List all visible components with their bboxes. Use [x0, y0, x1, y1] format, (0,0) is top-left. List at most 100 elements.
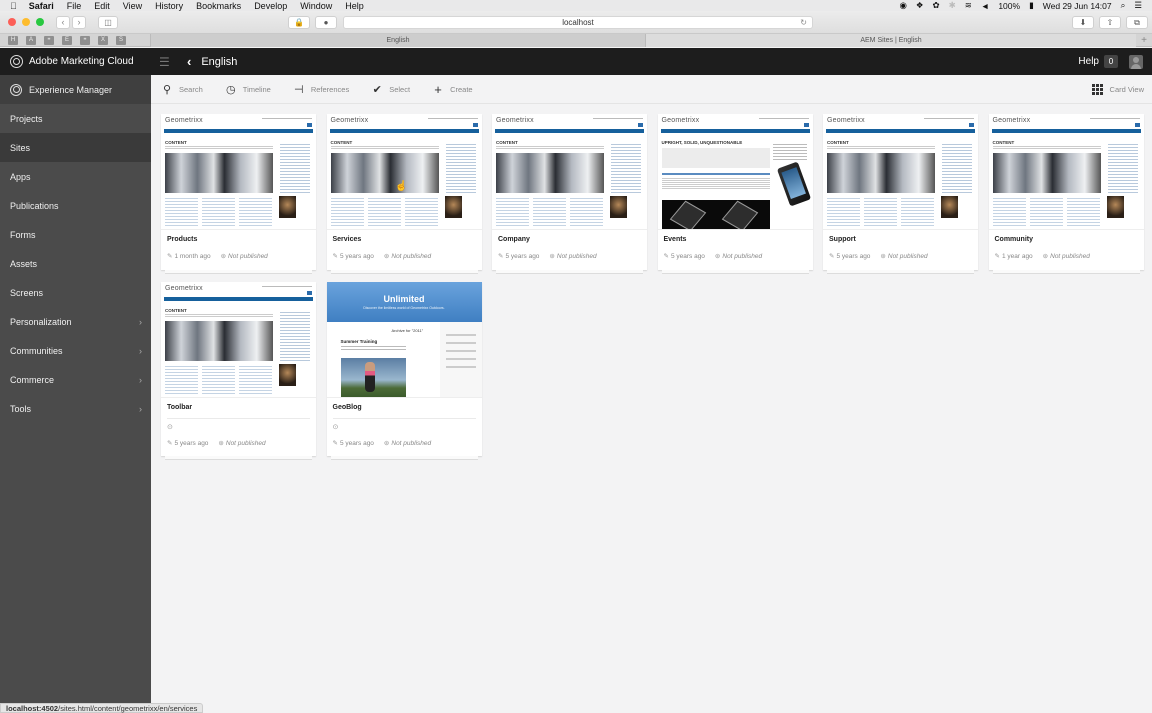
- card-info: ✎ 5 years ago ⊛ Not published: [829, 252, 928, 260]
- minimize-window-button[interactable]: [22, 18, 30, 26]
- thumbnail-nav-bar: [164, 297, 313, 301]
- page-card-company[interactable]: Geometrixx CONTENT Company ✎ 5 years ago ⊛ Not…: [492, 114, 647, 274]
- menu-edit[interactable]: Edit: [94, 1, 110, 11]
- bluetooth-icon[interactable]: ✱: [949, 0, 956, 11]
- sidebar-item-sites[interactable]: Sites: [0, 133, 151, 162]
- references-button[interactable]: ⊣ References: [293, 83, 349, 96]
- thumbnail-photo: [1106, 196, 1124, 218]
- wifi-icon[interactable]: ≋: [965, 0, 972, 11]
- sidebar-item-publications[interactable]: Publications: [0, 191, 151, 220]
- new-tab-button[interactable]: +: [1136, 34, 1152, 47]
- modified-info: ✎ 5 years ago: [498, 252, 539, 260]
- thumbnail-heading: UPRIGHT, SOLID, UNQUESTIONABLE: [661, 140, 743, 145]
- menu-bookmarks[interactable]: Bookmarks: [196, 1, 241, 11]
- modified-time: 5 years ago: [505, 253, 540, 260]
- notification-center-icon[interactable]: ☰: [1134, 0, 1142, 11]
- zoom-window-button[interactable]: [36, 18, 44, 26]
- timeline-button[interactable]: ◷ Timeline: [225, 83, 271, 96]
- sidebar-item-apps[interactable]: Apps: [0, 162, 151, 191]
- clock[interactable]: Wed 29 Jun 14:07: [1043, 1, 1112, 11]
- brand[interactable]: Adobe Marketing Cloud: [0, 55, 151, 68]
- favorite-x[interactable]: X: [98, 35, 108, 45]
- back-button[interactable]: ‹: [56, 15, 70, 29]
- paw-icon[interactable]: ✿: [933, 0, 940, 11]
- favorite-s[interactable]: S: [116, 35, 126, 45]
- publish-status-text: Not published: [556, 253, 597, 260]
- card-meta: Products ✎ 1 month ago ⊛ Not published: [161, 230, 316, 270]
- page-card-services[interactable]: Geometrixx CONTENT Services ✎ 5 years ago ⊛ No…: [326, 114, 482, 274]
- globe-unpublished-icon: ⊛: [383, 440, 390, 447]
- menu-file[interactable]: File: [67, 1, 82, 11]
- thumbnail-text: [992, 146, 1101, 149]
- adblock-extension-button[interactable]: ●: [315, 16, 337, 29]
- page-card-events[interactable]: Geometrixx UPRIGHT, SOLID, UNQUESTIONABLE…: [657, 114, 813, 274]
- record-icon[interactable]: ◉: [899, 0, 906, 11]
- rail-toggle-icon[interactable]: ☰: [159, 55, 175, 69]
- thumbnail-text: [165, 146, 273, 149]
- thumbnail-heading: CONTENT: [992, 140, 1015, 145]
- publish-status: ⊛ Not published: [221, 252, 268, 260]
- share-button[interactable]: ⇧: [1099, 16, 1121, 29]
- menu-safari[interactable]: Safari: [29, 1, 54, 11]
- check-circle-icon: ✔: [372, 83, 382, 96]
- select-button[interactable]: ✔ Select: [371, 83, 410, 96]
- card-title: Toolbar: [167, 404, 193, 411]
- spotlight-icon[interactable]: ⌕: [1121, 0, 1126, 11]
- sidebar-item-tools[interactable]: Tools ›: [0, 394, 151, 423]
- tab-english[interactable]: English: [150, 34, 646, 47]
- chevron-right-icon: ›: [139, 403, 142, 414]
- downloads-button[interactable]: ⬇: [1072, 16, 1094, 29]
- tab-aem-sites-english[interactable]: AEM Sites | English: [646, 34, 1136, 47]
- sidebar-item-screens[interactable]: Screens: [0, 278, 151, 307]
- sidebar-item-assets[interactable]: Assets: [0, 249, 151, 278]
- sidebar-item-forms[interactable]: Forms: [0, 220, 151, 249]
- forward-button[interactable]: ›: [72, 15, 86, 29]
- create-button[interactable]: + Create: [432, 82, 472, 97]
- global-nav: Adobe Marketing Cloud ☰ ‹ English Help 0: [0, 48, 1152, 75]
- favorite-e[interactable]: E: [62, 35, 72, 45]
- notifications-badge[interactable]: 0: [1104, 55, 1118, 68]
- favorite-5[interactable]: ꟸ: [80, 35, 90, 45]
- sidebar-header[interactable]: Experience Manager: [0, 75, 151, 104]
- card-view-icon: [1091, 83, 1103, 95]
- menu-help[interactable]: Help: [345, 1, 364, 11]
- sidebar-item-label: Commerce: [10, 374, 55, 385]
- apple-icon[interactable]: : [10, 1, 17, 11]
- favorite-a[interactable]: A: [26, 35, 36, 45]
- user-avatar[interactable]: [1129, 54, 1143, 69]
- page-card-products[interactable]: Geometrixx CONTENT Products ✎ 1 month ago ⊛ No…: [161, 114, 316, 274]
- sidebar-item-label: Assets: [10, 258, 38, 269]
- volume-icon[interactable]: ◄: [981, 1, 989, 11]
- sidebar-item-projects[interactable]: Projects: [0, 104, 151, 133]
- tabs-overview-button[interactable]: ⧉: [1126, 16, 1148, 29]
- page-title: English: [201, 55, 238, 68]
- sidebar-item-personalization[interactable]: Personalization ›: [0, 307, 151, 336]
- address-bar[interactable]: localhost ↻: [343, 16, 813, 29]
- favorite-3[interactable]: ꟸ: [44, 35, 54, 45]
- thumbnail-nav-bar: [660, 129, 810, 133]
- modified-time: 5 years ago: [670, 253, 705, 260]
- page-card-toolbar[interactable]: Geometrixx CONTENT Toolbar ⊙ ✎ 5 years ago ⊛ No…: [161, 282, 316, 460]
- battery-level[interactable]: 100%: [998, 1, 1020, 11]
- view-switcher[interactable]: Card View: [1091, 83, 1144, 95]
- sidebar-toggle-button[interactable]: ◫: [98, 15, 118, 29]
- help-link[interactable]: Help: [1078, 56, 1099, 67]
- page-card-support[interactable]: Geometrixx CONTENT Support ✎ 5 years ago ⊛ Not…: [823, 114, 978, 274]
- lock-extension-button[interactable]: 🔒: [288, 16, 310, 29]
- sidebar-item-commerce[interactable]: Commerce ›: [0, 365, 151, 394]
- reload-icon[interactable]: ↻: [800, 18, 807, 27]
- mouse-cursor-icon: ☝: [395, 181, 408, 192]
- back-icon[interactable]: ‹: [187, 54, 191, 69]
- sidebar-item-communities[interactable]: Communities ›: [0, 336, 151, 365]
- menu-history[interactable]: History: [155, 1, 183, 11]
- page-card-geoblog[interactable]: Unlimited Discover the limitless world of…: [326, 282, 482, 460]
- menu-develop[interactable]: Develop: [254, 1, 287, 11]
- favorite-h[interactable]: H: [8, 35, 18, 45]
- menu-window[interactable]: Window: [300, 1, 332, 11]
- search-button[interactable]: ⚲ Search: [161, 83, 203, 96]
- menu-view[interactable]: View: [123, 1, 142, 11]
- dropbox-icon[interactable]: ❖: [916, 0, 924, 11]
- close-window-button[interactable]: [8, 18, 16, 26]
- card-title: GeoBlog: [332, 404, 362, 411]
- page-card-community[interactable]: Geometrixx CONTENT Community ✎ 1 year ago ⊛ No…: [988, 114, 1144, 274]
